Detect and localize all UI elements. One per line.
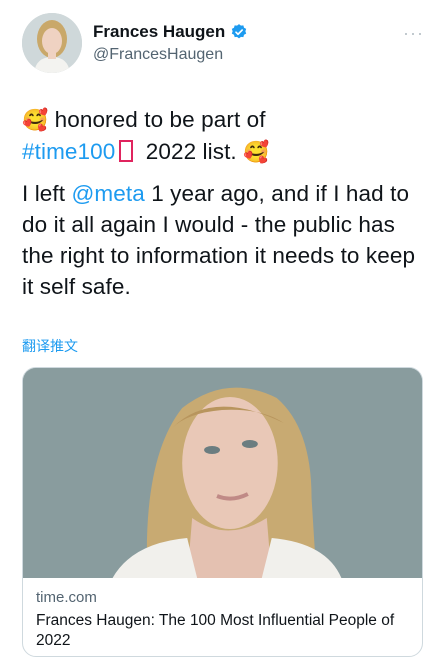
tweet-paragraph-1: 🥰 honored to be part of #time100 2022 li… bbox=[22, 104, 427, 168]
mention-link[interactable]: @meta bbox=[71, 181, 144, 206]
tweet-text: 🥰 honored to be part of #time100 2022 li… bbox=[22, 104, 427, 312]
author-handle[interactable]: @FrancesHaugen bbox=[93, 46, 223, 64]
translate-tweet-link[interactable]: 翻译推文 bbox=[22, 336, 78, 356]
verified-badge-icon bbox=[232, 24, 247, 39]
missing-glyph-icon bbox=[119, 140, 134, 162]
tweet-line2-text: 2022 list. bbox=[139, 139, 244, 164]
author-name-row: Frances Haugen bbox=[93, 22, 248, 42]
link-preview-card[interactable]: time.com Frances Haugen: The 100 Most In… bbox=[22, 367, 423, 657]
profile-photo-icon bbox=[22, 13, 82, 73]
author-display-name[interactable]: Frances Haugen bbox=[93, 22, 225, 42]
tweet-para2-start: I left bbox=[22, 181, 72, 206]
hashtag-link[interactable]: #time100 bbox=[22, 139, 115, 164]
tweet-paragraph-2: I left @meta 1 year ago, and if I had to… bbox=[22, 178, 427, 302]
smiling-face-hearts-emoji: 🥰 bbox=[22, 109, 49, 132]
article-portrait-photo-icon bbox=[23, 368, 422, 578]
avatar[interactable] bbox=[22, 13, 82, 73]
card-title: Frances Haugen: The 100 Most Influential… bbox=[36, 612, 395, 649]
card-domain: time.com bbox=[36, 589, 97, 606]
tweet-line1-text: honored to be part of bbox=[48, 107, 266, 132]
more-options-icon[interactable]: ··· bbox=[403, 24, 424, 42]
smiling-face-hearts-emoji: 🥰 bbox=[243, 141, 270, 164]
